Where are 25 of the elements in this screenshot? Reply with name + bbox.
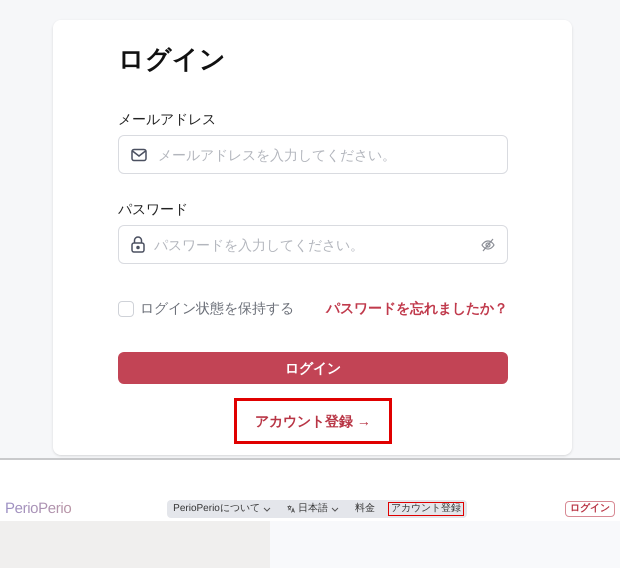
login-button[interactable]: ログイン	[118, 352, 508, 384]
page-title: ログイン	[118, 46, 227, 72]
password-field[interactable]: パスワードを入力してください。	[118, 225, 508, 264]
nav-label: 料金	[354, 504, 375, 514]
forgot-password-link[interactable]: パスワードを忘れましたか？	[326, 298, 508, 319]
field-label: パスワード	[118, 202, 189, 216]
register-link[interactable]: アカウント登録 →	[234, 398, 392, 444]
remember-label: ログイン状態を保持する	[140, 299, 294, 318]
field-label: メールアドレス	[118, 112, 217, 126]
envelope-icon	[131, 148, 147, 162]
nav-item[interactable]: アカウント登録	[388, 502, 464, 516]
chevron-down-icon	[262, 506, 271, 512]
nav-label: PerioPerioについて	[173, 504, 260, 514]
nav-item[interactable]: 料金	[352, 502, 378, 516]
nav-item[interactable]: PerioPerioについて	[170, 502, 274, 516]
login-button[interactable]: ログイン	[565, 501, 615, 517]
remember-checkbox[interactable]	[118, 300, 134, 316]
translate-icon	[286, 505, 295, 513]
nav-item[interactable]: 日本語	[284, 502, 342, 516]
chevron-down-icon	[330, 506, 339, 512]
nav-label: アカウント登録	[390, 504, 461, 514]
lock-icon	[131, 236, 145, 253]
hidden-eye-icon[interactable]	[481, 238, 495, 252]
email-field[interactable]: メールアドレスを入力してください。	[118, 135, 508, 174]
nav-label: 日本語	[298, 504, 328, 514]
